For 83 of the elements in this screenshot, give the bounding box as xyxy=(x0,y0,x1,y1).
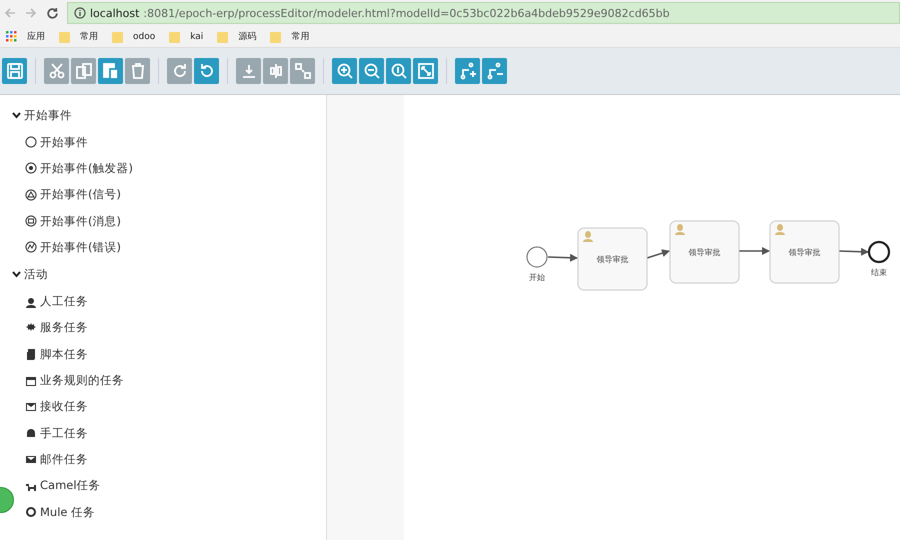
zoom-out-icon xyxy=(362,62,380,80)
palette-item[interactable]: 开始事件(信号) xyxy=(12,182,326,208)
flow-arrow[interactable] xyxy=(548,254,578,262)
message-icon xyxy=(25,215,37,228)
palette-item[interactable]: 邮件任务 xyxy=(12,446,326,473)
caret-icon xyxy=(12,270,21,279)
palette-item[interactable]: 开始事件(错误) xyxy=(12,234,326,260)
palette-item[interactable]: 脚本任务 xyxy=(12,341,326,368)
palette-item[interactable]: 服务任务 xyxy=(12,314,326,342)
undo-button[interactable] xyxy=(194,58,219,84)
task-node[interactable] xyxy=(670,220,740,284)
scissors-icon xyxy=(48,62,66,80)
task-label: 领导审批 xyxy=(788,248,820,257)
folder-icon xyxy=(59,30,70,42)
user-icon xyxy=(25,296,37,308)
flow-arrow[interactable] xyxy=(838,248,869,256)
hand-icon xyxy=(25,427,37,440)
circle-icon xyxy=(25,136,37,148)
palette-item[interactable]: 业务规则的任务 xyxy=(12,367,326,394)
save-button[interactable] xyxy=(2,58,27,84)
palette-group[interactable]: 开始事件 xyxy=(12,101,326,129)
palette-item[interactable]: Mule 任务 xyxy=(12,498,326,526)
table-icon xyxy=(25,374,37,387)
signal-icon xyxy=(25,188,37,201)
end-event[interactable] xyxy=(868,240,890,264)
target-icon xyxy=(25,162,37,174)
user-icon xyxy=(675,224,685,235)
event-label: 开始 xyxy=(529,273,545,282)
palette-item[interactable]: 开始事件 xyxy=(12,129,326,156)
error-icon xyxy=(25,241,37,254)
zoom-out-button[interactable] xyxy=(359,58,384,84)
task-node[interactable] xyxy=(770,220,840,284)
task-label: 领导审批 xyxy=(596,255,628,264)
start-event[interactable] xyxy=(526,246,548,268)
address-bar[interactable]: localhost :8081/epoch-erp/processEditor/modeler.html?modelId=0c53bc022b6a4bdeb9529e9082cd65bb xyxy=(67,2,900,24)
bookmark[interactable]: 常用 xyxy=(59,30,98,43)
folder-icon xyxy=(169,30,180,42)
fit-screen-icon xyxy=(416,62,434,80)
add-bend-icon xyxy=(458,62,476,80)
folder-icon xyxy=(270,30,282,42)
bookmark[interactable]: 源码 xyxy=(217,30,256,43)
palette-item[interactable]: 接收任务 xyxy=(12,394,326,420)
palette-item[interactable]: 人工任务 xyxy=(12,288,326,315)
forward-icon[interactable] xyxy=(25,6,38,20)
envelope-icon xyxy=(25,400,37,413)
user-icon xyxy=(775,224,785,235)
back-icon[interactable] xyxy=(4,6,17,20)
script-icon xyxy=(25,348,37,360)
zoom-in-button[interactable] xyxy=(332,58,357,84)
paste-icon xyxy=(102,62,120,80)
task-label: 领导审批 xyxy=(688,248,720,257)
mule-icon xyxy=(25,506,37,518)
bookmark[interactable]: odoo xyxy=(112,30,156,42)
zoom-actual-icon xyxy=(390,62,408,80)
task-node[interactable] xyxy=(578,228,648,290)
resize-icon xyxy=(294,62,312,80)
copy-icon xyxy=(74,62,92,80)
palette-item[interactable]: 开始事件(触发器) xyxy=(12,155,326,182)
palette-item[interactable]: Camel任务 xyxy=(12,472,326,499)
bookmark[interactable]: 常用 xyxy=(270,30,310,43)
flow-arrow[interactable] xyxy=(739,247,770,255)
zoom-actual-button[interactable] xyxy=(386,58,411,84)
remove-bend-icon xyxy=(486,62,504,80)
apps-grid-icon xyxy=(6,31,17,42)
mail-icon xyxy=(25,453,37,466)
event-label: 结束 xyxy=(871,268,887,277)
palette-item[interactable]: 手工任务 xyxy=(12,420,326,446)
bookmark[interactable]: 应用 xyxy=(6,30,45,43)
add-bend-button[interactable] xyxy=(455,58,480,84)
remove-bend-button[interactable] xyxy=(482,58,507,84)
folder-icon xyxy=(217,30,228,42)
paste-button[interactable] xyxy=(98,58,123,84)
fit-screen-button[interactable] xyxy=(413,58,438,84)
bookmark[interactable]: kai xyxy=(169,30,204,42)
save-icon xyxy=(6,62,24,80)
zoom-in-icon xyxy=(336,62,354,80)
palette-item[interactable]: 开始事件(消息) xyxy=(12,208,326,234)
folder-icon xyxy=(112,30,123,42)
flow-arrow[interactable] xyxy=(646,249,670,259)
palette-group[interactable]: 活动 xyxy=(12,260,326,288)
reload-icon[interactable] xyxy=(46,6,59,20)
caret-icon xyxy=(12,110,21,120)
user-icon xyxy=(583,231,593,242)
